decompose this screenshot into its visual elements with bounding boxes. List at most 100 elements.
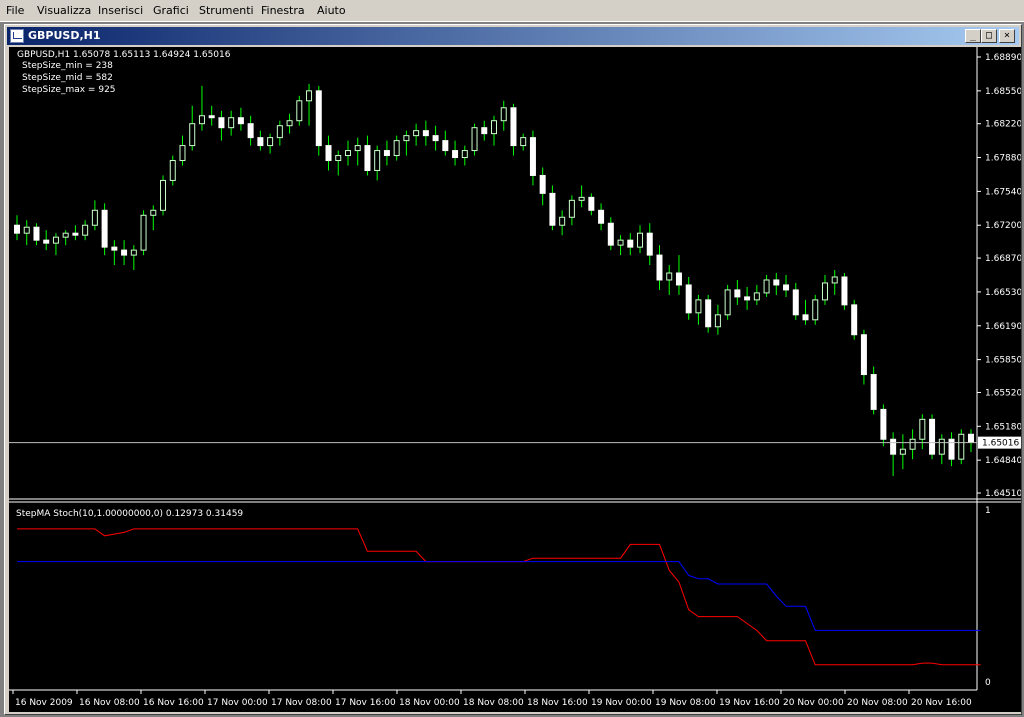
candle-body: [101, 209, 108, 248]
time-tick-label: 16 Nov 2009: [15, 698, 73, 708]
candle-body: [14, 224, 20, 234]
candle-body: [812, 299, 819, 321]
candle-body: [335, 155, 342, 162]
candle-body: [637, 232, 644, 248]
candle-body: [150, 209, 157, 216]
indicator-line-red: [17, 528, 981, 666]
menu-file[interactable]: File: [6, 3, 24, 19]
time-tick-label: 18 Nov 08:00: [463, 698, 524, 708]
indicator-line-blue: [17, 561, 981, 631]
candle-body: [208, 115, 215, 119]
candle-body: [452, 150, 459, 159]
candle-body: [315, 90, 322, 147]
maximize-button[interactable]: □: [981, 29, 997, 43]
candle-body: [938, 438, 945, 455]
candle-body: [296, 100, 303, 122]
price-tick-label: 1.68890: [985, 53, 1021, 63]
candle-body: [82, 224, 89, 236]
menu-finestra[interactable]: Finestra: [261, 3, 305, 19]
indicator-scale-bottom: 0: [985, 678, 991, 688]
param-stepsize-max: StepSize_max = 925: [22, 85, 116, 95]
candle-body: [890, 438, 897, 455]
candle-body: [325, 145, 332, 162]
candle-body: [539, 174, 546, 194]
time-axis: 16 Nov 2009 16 Nov 08:00 16 Nov 16:00 17 No…: [9, 689, 977, 708]
candle-body: [286, 120, 293, 127]
candle-body: [237, 117, 244, 125]
candle-body: [140, 214, 147, 251]
candle-body: [276, 125, 283, 139]
param-stepsize-mid: StepSize_mid = 582: [22, 73, 113, 83]
chart-area[interactable]: 1.68890 1.68550 1.68220 1.67880 1.67540 1.672…: [9, 47, 1021, 712]
minimize-button[interactable]: _: [965, 29, 981, 43]
price-tick-label: 1.67880: [985, 154, 1021, 164]
time-tick-label: 19 Nov 08:00: [655, 698, 716, 708]
candle-body: [744, 296, 751, 301]
candle-body: [189, 123, 196, 147]
price-tick-label: 1.65520: [985, 388, 1021, 398]
candle-body: [91, 209, 98, 226]
candle-body: [763, 279, 770, 294]
menu-aiuto[interactable]: Aiuto: [317, 3, 346, 19]
candle-body: [607, 222, 614, 246]
menu-grafici[interactable]: Grafici: [153, 3, 189, 19]
price-tick-label: 1.64840: [985, 456, 1021, 466]
time-tick-label: 20 Nov 00:00: [783, 698, 844, 708]
candle-body: [851, 304, 858, 336]
candle-body: [792, 289, 799, 316]
chart-header: GBPUSD,H1 1.65078 1.65113 1.64924 1.6501…: [17, 50, 231, 60]
candle-body: [422, 130, 429, 137]
candle-body: [354, 145, 361, 152]
candle-body: [111, 246, 118, 251]
candle-body: [43, 239, 50, 244]
candle-body: [753, 292, 760, 301]
indicator-header: StepMA Stoch(10,1.00000000,0) 0.12973 0.…: [16, 509, 244, 519]
price-tick-label: 1.66870: [985, 254, 1021, 264]
candle-body: [929, 418, 936, 455]
candle-body: [393, 140, 400, 157]
candle-body: [841, 276, 848, 306]
window-titlebar[interactable]: GBPUSD,H1 _ □ ×: [7, 27, 1019, 45]
price-tick-label: 1.65850: [985, 356, 1021, 366]
candle-body: [461, 150, 468, 159]
time-tick-label: 16 Nov 08:00: [79, 698, 140, 708]
indicator-scale-top: 1: [985, 506, 991, 516]
candle-body: [860, 334, 867, 376]
current-price-label: 1.65016: [982, 439, 1019, 449]
candle-body: [247, 123, 254, 139]
candle-body: [899, 448, 906, 455]
candle-body: [675, 272, 682, 286]
candle-body: [588, 196, 595, 211]
candle-body: [481, 127, 488, 135]
chart-window[interactable]: GBPUSD,H1 _ □ × 1.68890 1.68550 1.68220 1.6…: [4, 24, 1022, 715]
chart-canvas[interactable]: 1.68890 1.68550 1.68220 1.67880 1.67540 1.672…: [9, 47, 1021, 712]
candle-body: [306, 90, 313, 102]
candle-body: [130, 249, 137, 256]
price-tick-label: 1.65180: [985, 422, 1021, 432]
candle-body: [909, 438, 916, 450]
candle-body: [734, 289, 741, 298]
candle-body: [72, 232, 79, 236]
candle-body: [666, 272, 673, 281]
menu-inserisci[interactable]: Inserisci: [98, 3, 143, 19]
candle-body: [880, 408, 887, 440]
candle-body: [500, 107, 507, 122]
menu-visualizza[interactable]: Visualizza: [37, 3, 91, 19]
param-stepsize-min: StepSize_min = 238: [22, 61, 113, 71]
time-tick-label: 19 Nov 16:00: [719, 698, 780, 708]
chart-window-icon[interactable]: [10, 29, 24, 43]
indicator-pane: 10: [9, 501, 1021, 688]
candle-body: [23, 226, 30, 234]
close-button[interactable]: ×: [999, 29, 1015, 43]
menu-strumenti[interactable]: Strumenti: [199, 3, 254, 19]
candle-body: [919, 418, 926, 440]
candle-body: [491, 120, 497, 135]
time-tick-label: 20 Nov 16:00: [911, 698, 972, 708]
candle-body: [783, 284, 790, 291]
candle-body: [413, 130, 420, 137]
main-chart-pane: 1.68890 1.68550 1.68220 1.67880 1.67540 1.672…: [9, 47, 1021, 690]
candle-body: [160, 179, 167, 211]
window-title: GBPUSD,H1: [28, 29, 101, 42]
time-tick-label: 17 Nov 08:00: [271, 698, 332, 708]
candle-body: [627, 239, 634, 248]
